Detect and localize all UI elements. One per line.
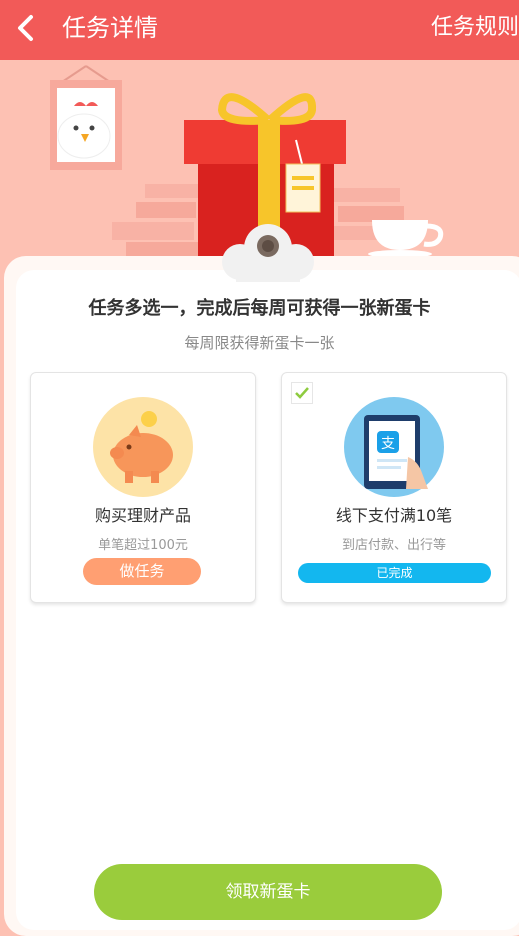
task-description: 单笔超过100元 <box>98 538 188 553</box>
claim-egg-card-button[interactable]: 领取新蛋卡 <box>94 864 442 920</box>
card-subtitle: 每周限获得新蛋卡一张 <box>184 334 335 352</box>
back-button[interactable] <box>8 10 44 46</box>
chevron-left-icon <box>18 15 33 41</box>
do-task-button[interactable]: 做任务 <box>83 558 201 585</box>
alipay-tablet-icon: 支 <box>344 397 444 497</box>
task-name: 线下支付满10笔 <box>335 506 453 525</box>
svg-text:支: 支 <box>381 436 395 452</box>
chicken-picture-frame-icon <box>50 65 122 170</box>
task-checkbox[interactable] <box>291 382 313 404</box>
piggy-bank-icon <box>93 397 193 497</box>
teacup-illustration <box>368 220 444 258</box>
page-title: 任务详情 <box>62 14 158 42</box>
task-rules-link[interactable]: 任务规则 <box>415 10 519 46</box>
card-title: 任务多选一，完成后每周可获得一张新蛋卡 <box>88 298 431 319</box>
header-bar: 任务详情 任务规则 <box>0 0 519 60</box>
task-card-finance[interactable]: 购买理财产品 单笔超过100元 做任务 <box>30 372 256 603</box>
completed-button[interactable]: 已完成 <box>298 563 491 583</box>
cloud-icon <box>216 222 320 284</box>
task-name: 购买理财产品 <box>94 506 191 525</box>
checkmark-icon <box>295 387 309 399</box>
task-description: 到店付款、出行等 <box>341 538 446 553</box>
task-card-offline-pay[interactable]: 支 线下支付满10笔 到店付款、出行等 已完成 <box>281 372 507 603</box>
